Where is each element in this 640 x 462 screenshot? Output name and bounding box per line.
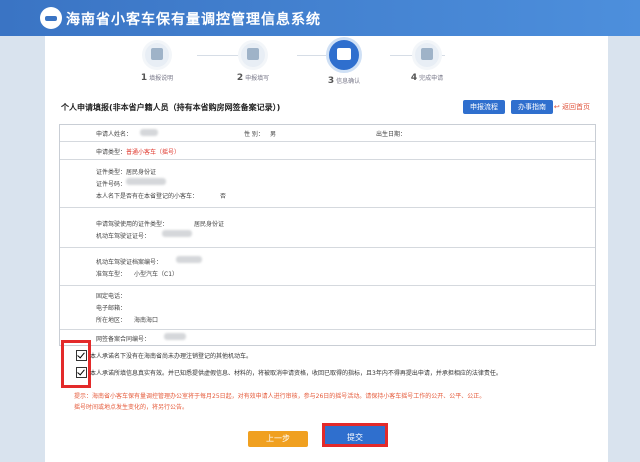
notice-text: 提示：海南省小客车保有量调控管理办公室将于每月25日起，对有效申请人进行审核，参… bbox=[74, 393, 486, 411]
step-1-icon bbox=[142, 40, 172, 70]
file-num-label: 机动车驾驶证档案编号： bbox=[96, 259, 163, 266]
step-1: 1 填报说明 bbox=[117, 40, 197, 83]
commitment-1-text: 本人承诺名下没有在海南省尚未办理注销登记的其他机动车。 bbox=[90, 353, 253, 360]
commitment-2-checkbox[interactable] bbox=[76, 367, 87, 378]
email-label: 电子邮箱： bbox=[96, 305, 127, 312]
step-2-label: 申报填写 bbox=[245, 75, 270, 82]
region-value: 海南海口 bbox=[134, 317, 159, 324]
region-label: 所在地区： bbox=[96, 317, 127, 324]
table-row: 证件类型： 居民身份证 证件号码： 本人名下是否有在本省登记的小客车： 否 bbox=[60, 159, 595, 208]
contract-value-redacted bbox=[164, 333, 186, 340]
vehicle-class-label: 准驾车型： bbox=[96, 271, 127, 278]
step-4-icon bbox=[412, 40, 442, 70]
phone-label: 固定电话： bbox=[96, 293, 127, 300]
apply-type-label: 申请类型： bbox=[96, 149, 127, 156]
table-row: 申请驾驶使用的证件类型： 居民身份证 机动车驾驶证证号： bbox=[60, 207, 595, 248]
driver-id-label: 机动车驾驶证证号： bbox=[96, 233, 151, 240]
applicant-value-redacted bbox=[140, 129, 158, 136]
step-2-icon bbox=[238, 40, 268, 70]
table-row: 固定电话： 电子邮箱： 所在地区： 海南海口 bbox=[60, 285, 595, 330]
file-num-value-redacted bbox=[176, 256, 202, 263]
birth-label: 出生日期： bbox=[376, 131, 407, 138]
guide-button[interactable]: 办事指南 bbox=[511, 100, 553, 114]
contract-label: 网签备案合同编号： bbox=[96, 336, 151, 343]
license-type-value: 居民身份证 bbox=[194, 221, 225, 228]
applicant-label: 申请人姓名： bbox=[96, 131, 133, 138]
existing-car-value: 否 bbox=[220, 193, 227, 200]
step-4: 4 完成申请 bbox=[387, 40, 467, 83]
id-num-label: 证件号码： bbox=[96, 181, 127, 188]
top-bar: 海南省小客车保有量调控管理信息系统 bbox=[0, 0, 640, 36]
commitment-1-checkbox[interactable] bbox=[76, 350, 87, 361]
table-row: 申请人姓名： 性 别： 男 出生日期： bbox=[60, 125, 595, 142]
existing-car-label: 本人名下是否有在本省登记的小客车： bbox=[96, 193, 199, 200]
apply-type-value: 普通小客车（摇号） bbox=[126, 149, 181, 156]
prev-step-button[interactable]: 上一步 bbox=[248, 431, 308, 447]
app-title: 海南省小客车保有量调控管理信息系统 bbox=[66, 12, 321, 28]
back-home-link[interactable]: ↩ 返回首页 bbox=[554, 102, 590, 112]
progress-steps: 1 填报说明 2 申报填写 3 信息确认 4 完成申请 bbox=[45, 36, 608, 90]
id-type-value: 居民身份证 bbox=[126, 169, 157, 176]
step-4-label: 完成申请 bbox=[419, 75, 444, 82]
step-3-active: 3 信息确认 bbox=[304, 37, 384, 86]
table-row: 申请类型： 普通小客车（摇号） bbox=[60, 141, 595, 160]
table-row: 机动车驾驶证档案编号： 准驾车型： 小型汽车（C1） bbox=[60, 247, 595, 286]
step-3-label: 信息确认 bbox=[336, 78, 361, 85]
id-num-value-redacted bbox=[126, 178, 166, 185]
step-2: 2 申报填写 bbox=[213, 40, 293, 83]
form-title: 个人申请填报(非本省户籍人员（持有本省购房网签备案记录）) bbox=[61, 103, 281, 112]
id-type-label: 证件类型： bbox=[96, 169, 127, 176]
gender-label: 性 别： bbox=[244, 131, 264, 138]
highlight-checkboxes bbox=[61, 340, 91, 388]
apply-flow-button[interactable]: 申报流程 bbox=[463, 100, 505, 114]
vehicle-class-value: 小型汽车（C1） bbox=[134, 271, 179, 278]
submit-button[interactable]: 提交 bbox=[322, 423, 388, 447]
info-table: 申请人姓名： 性 别： 男 出生日期： 申请类型： 普通小客车（摇号） 证件类型… bbox=[59, 124, 596, 346]
table-row: 网签备案合同编号： bbox=[60, 329, 595, 344]
commitment-2-text: 本人承诺所填信息真实有效。并已知悉提供虚假信息、材料的，将被取消申请资格，收回已… bbox=[90, 370, 502, 377]
driver-id-value-redacted bbox=[162, 230, 192, 237]
gender-value: 男 bbox=[270, 131, 277, 138]
step-1-label: 填报说明 bbox=[149, 75, 174, 82]
license-type-label: 申请驾驶使用的证件类型： bbox=[96, 221, 169, 228]
app-logo-icon bbox=[40, 7, 62, 29]
form-header: 个人申请填报(非本省户籍人员（持有本省购房网签备案记录）) 申报流程 办事指南 … bbox=[59, 98, 594, 118]
step-3-icon bbox=[326, 37, 362, 73]
